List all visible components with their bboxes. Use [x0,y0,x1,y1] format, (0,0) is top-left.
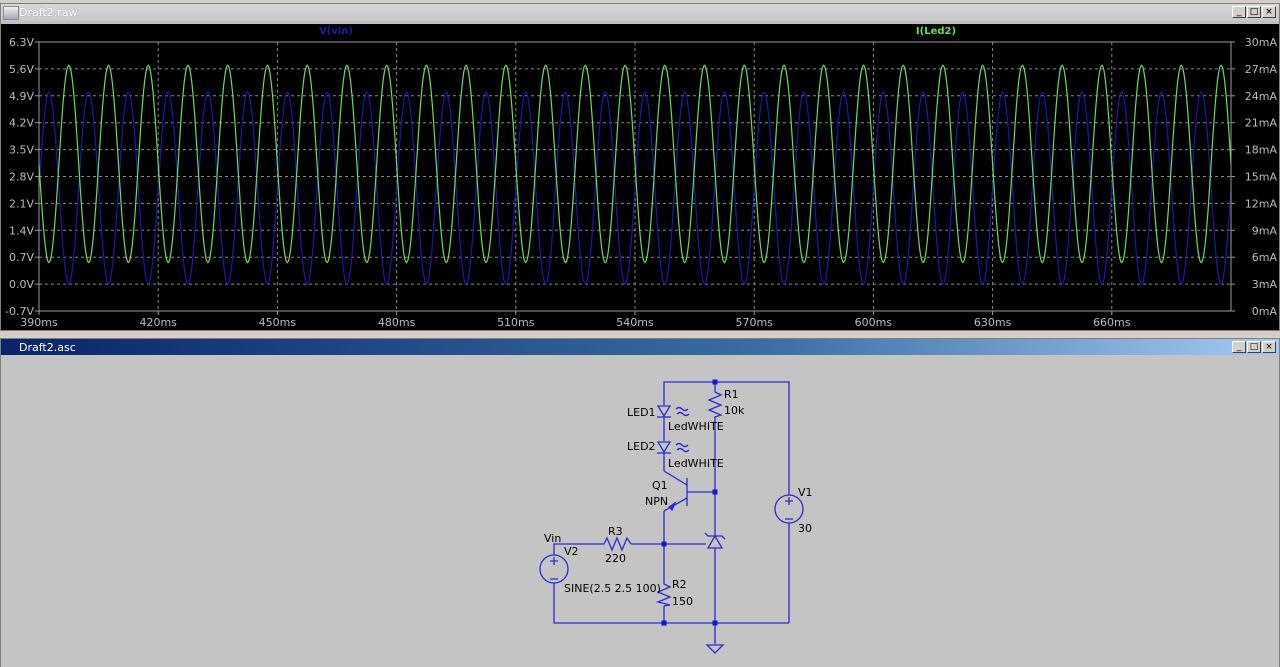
vin-net-label[interactable]: Vin [544,532,561,545]
y-left-tick-label: 4.9V [9,90,34,103]
minimize-button[interactable]: _ [1232,6,1246,18]
schematic-window: Draft2.asc _ □ × R1 10k LED1 LedWHITE LE… [0,338,1280,667]
y-left-tick-label: 2.1V [9,197,34,210]
waveform-plot[interactable]: 390ms 420ms 450ms 480ms 510ms 540ms 570ms 600ms… [1,24,1279,330]
y-left-tick-label: 5.6V [9,63,34,76]
y-right-tick-label: 3mA [1252,278,1278,291]
waveform-window: Draft2.raw _ □ × 390ms 420ms 450ms 480ms 510… [0,3,1280,331]
y-right-tick-label: 9mA [1252,224,1278,237]
y-left-tick-label: 0.7V [9,251,34,264]
x-tick-label: 570ms [735,316,773,329]
y-left-tick-label: 3.5V [9,144,34,157]
y-right-tick-label: 30mA [1245,36,1278,49]
waveform-titlebar[interactable]: Draft2.raw _ □ × [1,4,1279,21]
v1-name[interactable]: V1 [798,486,813,499]
r1-value[interactable]: 10k [724,404,745,417]
v2-name[interactable]: V2 [564,545,579,558]
y-left-tick-label: 0.0V [9,278,34,291]
canvas-background [1,355,1279,667]
q1-model[interactable]: NPN [645,495,668,508]
led2-name[interactable]: LED2 [627,440,656,453]
schematic-title: Draft2.asc [19,341,76,354]
x-tick-label: 540ms [616,316,654,329]
v2-value[interactable]: SINE(2.5 2.5 100) [564,582,661,595]
led1-model[interactable]: LedWHITE [668,420,724,433]
trace-label-iled2[interactable]: I(Led2) [916,26,956,37]
close-button[interactable]: × [1262,6,1276,18]
y-right-tick-label: 6mA [1252,251,1278,264]
x-tick-label: 510ms [497,316,535,329]
y-right-tick-label: 21mA [1245,117,1278,130]
x-tick-label: 480ms [378,316,416,329]
v1-value[interactable]: 30 [798,522,812,535]
y-left-tick-label: 2.8V [9,171,34,184]
y-left-tick-label: 1.4V [9,224,34,237]
x-tick-label: 600ms [855,316,893,329]
x-tick-label: 630ms [974,316,1012,329]
x-tick-label: 450ms [259,316,297,329]
schematic-titlebar[interactable]: Draft2.asc _ □ × [1,339,1279,356]
r3-value[interactable]: 220 [605,552,626,565]
y-left-tick-label: 6.3V [9,36,34,49]
close-button[interactable]: × [1262,341,1276,353]
y-right-tick-label: 18mA [1245,144,1278,157]
led2-model[interactable]: LedWHITE [668,457,724,470]
y-right-tick-label: 12mA [1245,197,1278,210]
y-right-tick-label: 24mA [1245,90,1278,103]
x-tick-label: 660ms [1093,316,1131,329]
r1-name[interactable]: R1 [724,388,739,401]
maximize-button[interactable]: □ [1247,341,1261,353]
y-right-tick-label: 0mA [1252,305,1278,318]
r3-name[interactable]: R3 [608,525,623,538]
r2-name[interactable]: R2 [672,578,687,591]
x-tick-label: 420ms [139,316,177,329]
q1-name[interactable]: Q1 [652,479,668,492]
y-right-tick-label: 15mA [1245,171,1278,184]
minimize-button[interactable]: _ [1232,341,1246,353]
y-right-tick-label: 27mA [1245,63,1278,76]
waveform-app-icon [3,6,19,20]
trace-label-vvin[interactable]: V(vin) [319,26,353,37]
maximize-button[interactable]: □ [1247,6,1261,18]
y-left-tick-label: 4.2V [9,117,34,130]
waveform-title: Draft2.raw [19,6,78,19]
led1-name[interactable]: LED1 [627,406,656,419]
schematic-canvas[interactable]: R1 10k LED1 LedWHITE LED2 LedWHITE Q1 NP… [1,355,1279,667]
r2-value[interactable]: 150 [672,595,693,608]
y-left-tick-label: -0.7V [5,305,34,318]
